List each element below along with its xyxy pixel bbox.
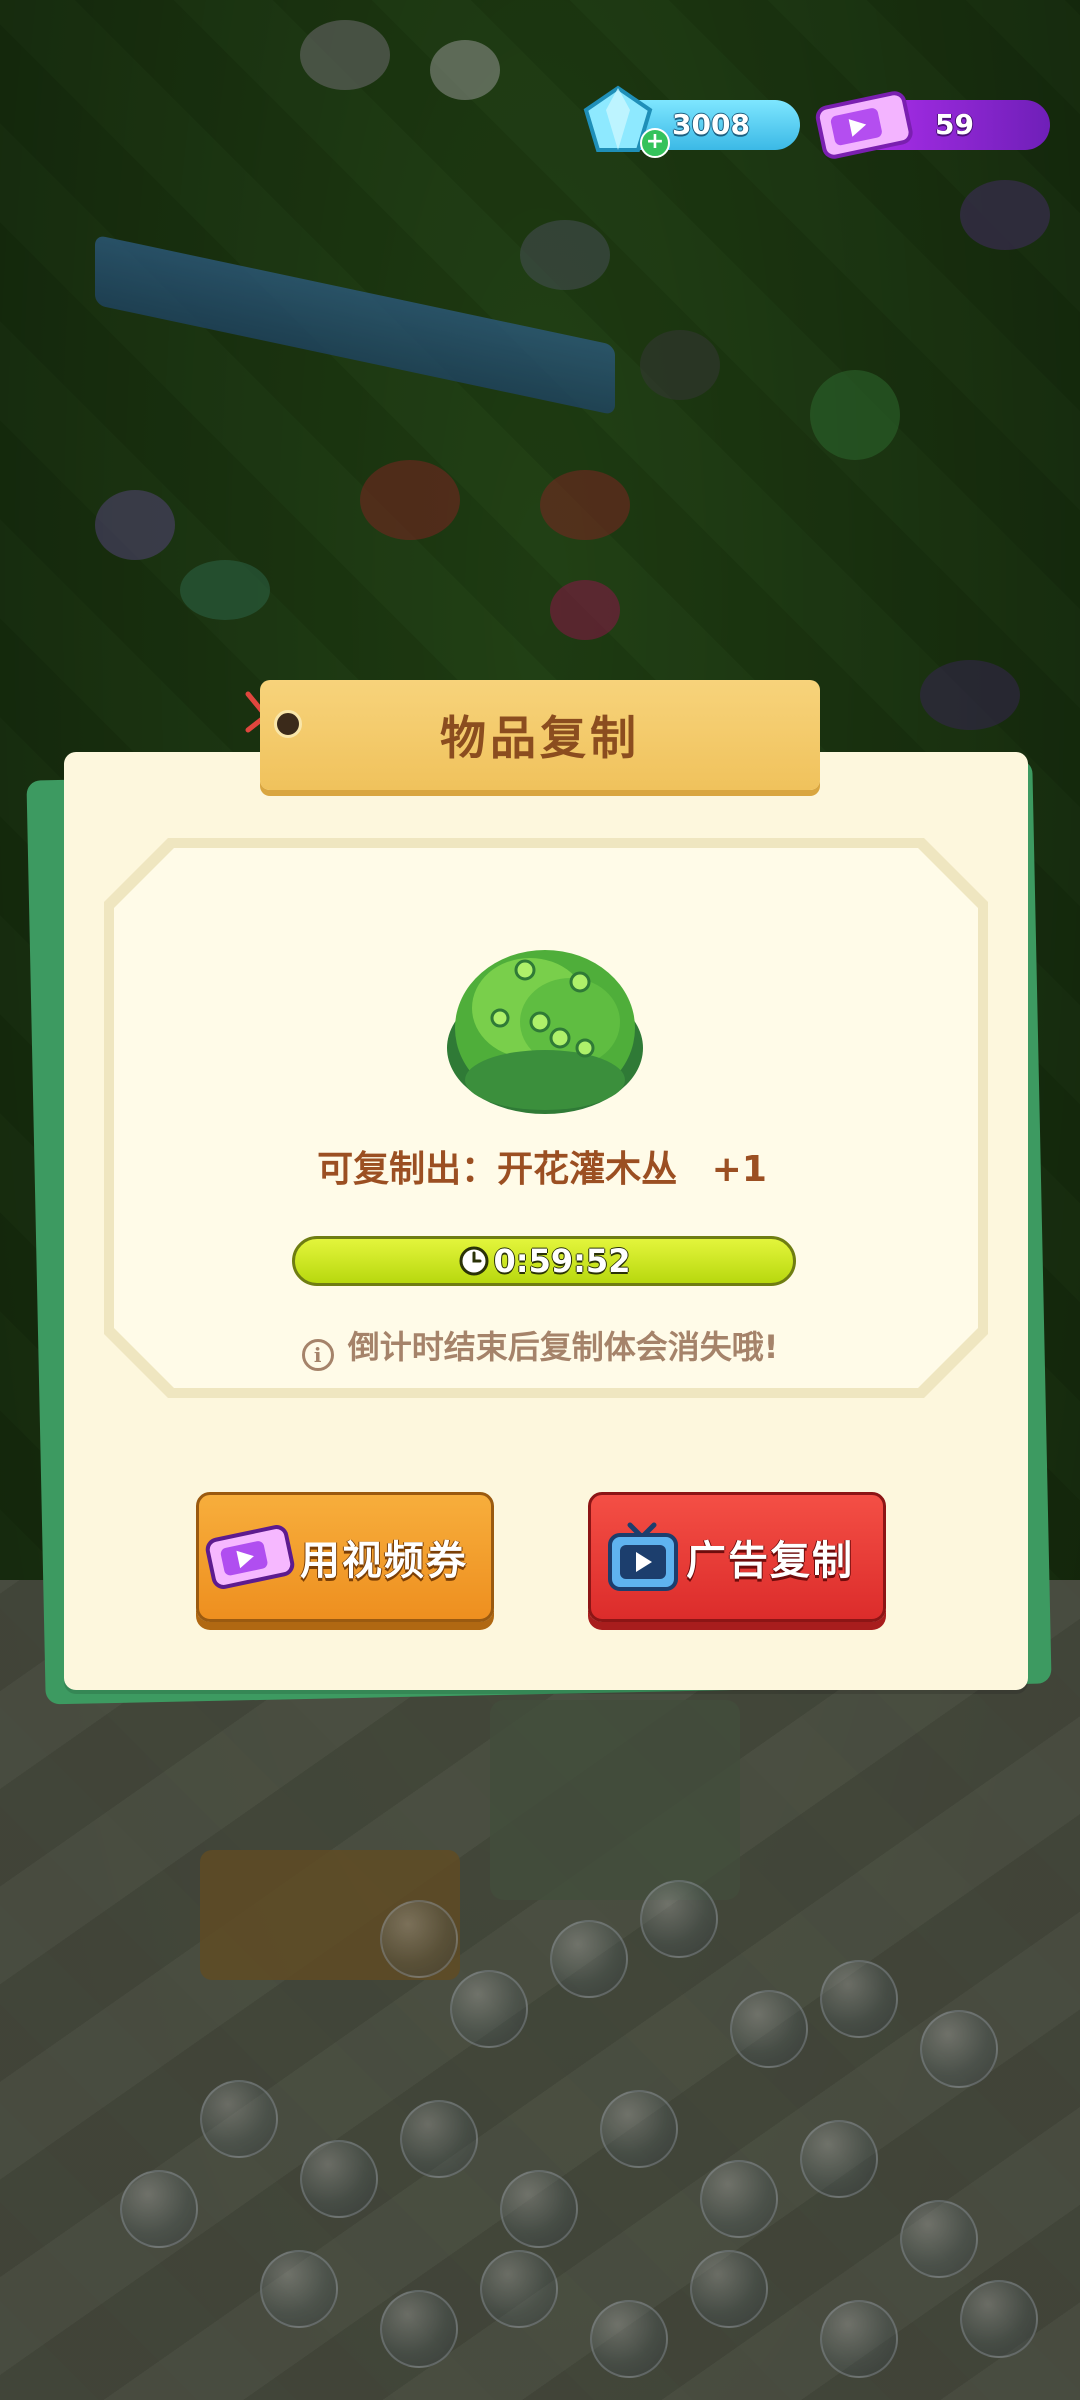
item-bubble: [380, 2290, 458, 2368]
item-bubble: [590, 2300, 668, 2378]
item-bubble: [380, 1900, 458, 1978]
copy-label: 可复制出：开花灌木丛: [317, 1149, 678, 1190]
notice-text: i 倒计时结束后复制体会消失哦!: [0, 1322, 1080, 1371]
shop-building: [490, 1700, 740, 1900]
item-bubble: [300, 2140, 378, 2218]
use-video-ticket-button[interactable]: 用视频券: [196, 1492, 494, 1622]
board-item: [95, 490, 175, 560]
ticket-count: 59: [935, 108, 974, 141]
item-bubble: [900, 2200, 978, 2278]
item-bubble: [800, 2120, 878, 2198]
bush-item-icon: [447, 950, 643, 1114]
item-bubble: [920, 2010, 998, 2088]
board-item: [640, 330, 720, 400]
use-video-ticket-label: 用视频券: [300, 1538, 468, 1584]
board-item: [430, 40, 500, 100]
board-item: [520, 220, 610, 290]
item-bubble: [600, 2090, 678, 2168]
item-bubble: [730, 1990, 808, 2068]
ad-copy-button[interactable]: 广告复制: [588, 1492, 886, 1622]
item-bubble: [550, 1920, 628, 1998]
item-bubble: [820, 2300, 898, 2378]
countdown-time: 0:59:52: [493, 1242, 631, 1280]
item-bubble: [260, 2250, 338, 2328]
board-item: [810, 370, 900, 460]
board-item: [960, 180, 1050, 250]
item-bubble: [450, 1970, 528, 2048]
board-item: [540, 470, 630, 540]
board-item: [180, 560, 270, 620]
item-bubble: [690, 2250, 768, 2328]
clock-icon: [459, 1246, 489, 1276]
tv-icon: [608, 1522, 678, 1591]
board-item: [360, 460, 460, 540]
video-ticket-counter[interactable]: 59: [815, 91, 1050, 159]
board-item: [300, 20, 390, 90]
board-item: [920, 660, 1020, 730]
copy-amount: +1: [711, 1149, 767, 1190]
item-bubble: [200, 2080, 278, 2158]
market-stall: [200, 1850, 460, 1980]
item-bubble: [400, 2100, 478, 2178]
item-bubble: [480, 2250, 558, 2328]
gem-count: 3008: [672, 108, 750, 141]
item-bubble: [640, 1880, 718, 1958]
video-ticket-icon: [205, 1525, 295, 1589]
item-bubble: [700, 2160, 778, 2238]
info-icon: i: [301, 1339, 334, 1371]
ad-copy-label: 广告复制: [686, 1538, 854, 1584]
river: [95, 234, 615, 416]
board-item: [550, 580, 620, 640]
item-bubble: [500, 2170, 578, 2248]
ticket-icon: [815, 91, 913, 159]
countdown-bar: 0:59:52: [292, 1236, 796, 1286]
paved-ground: [0, 1580, 1080, 2400]
item-bubble: [960, 2280, 1038, 2358]
gem-counter[interactable]: + 3008: [583, 85, 800, 158]
notice-label: 倒计时结束后复制体会消失哦!: [347, 1328, 779, 1366]
dialog-title: 物品复制: [440, 711, 640, 765]
title-tag: 物品复制: [260, 680, 820, 790]
plus-icon[interactable]: +: [640, 128, 670, 158]
copy-result-text: 可复制出：开花灌木丛 +1: [0, 1140, 1080, 1192]
item-bubble: [120, 2170, 198, 2248]
item-bubble: [820, 1960, 898, 2038]
